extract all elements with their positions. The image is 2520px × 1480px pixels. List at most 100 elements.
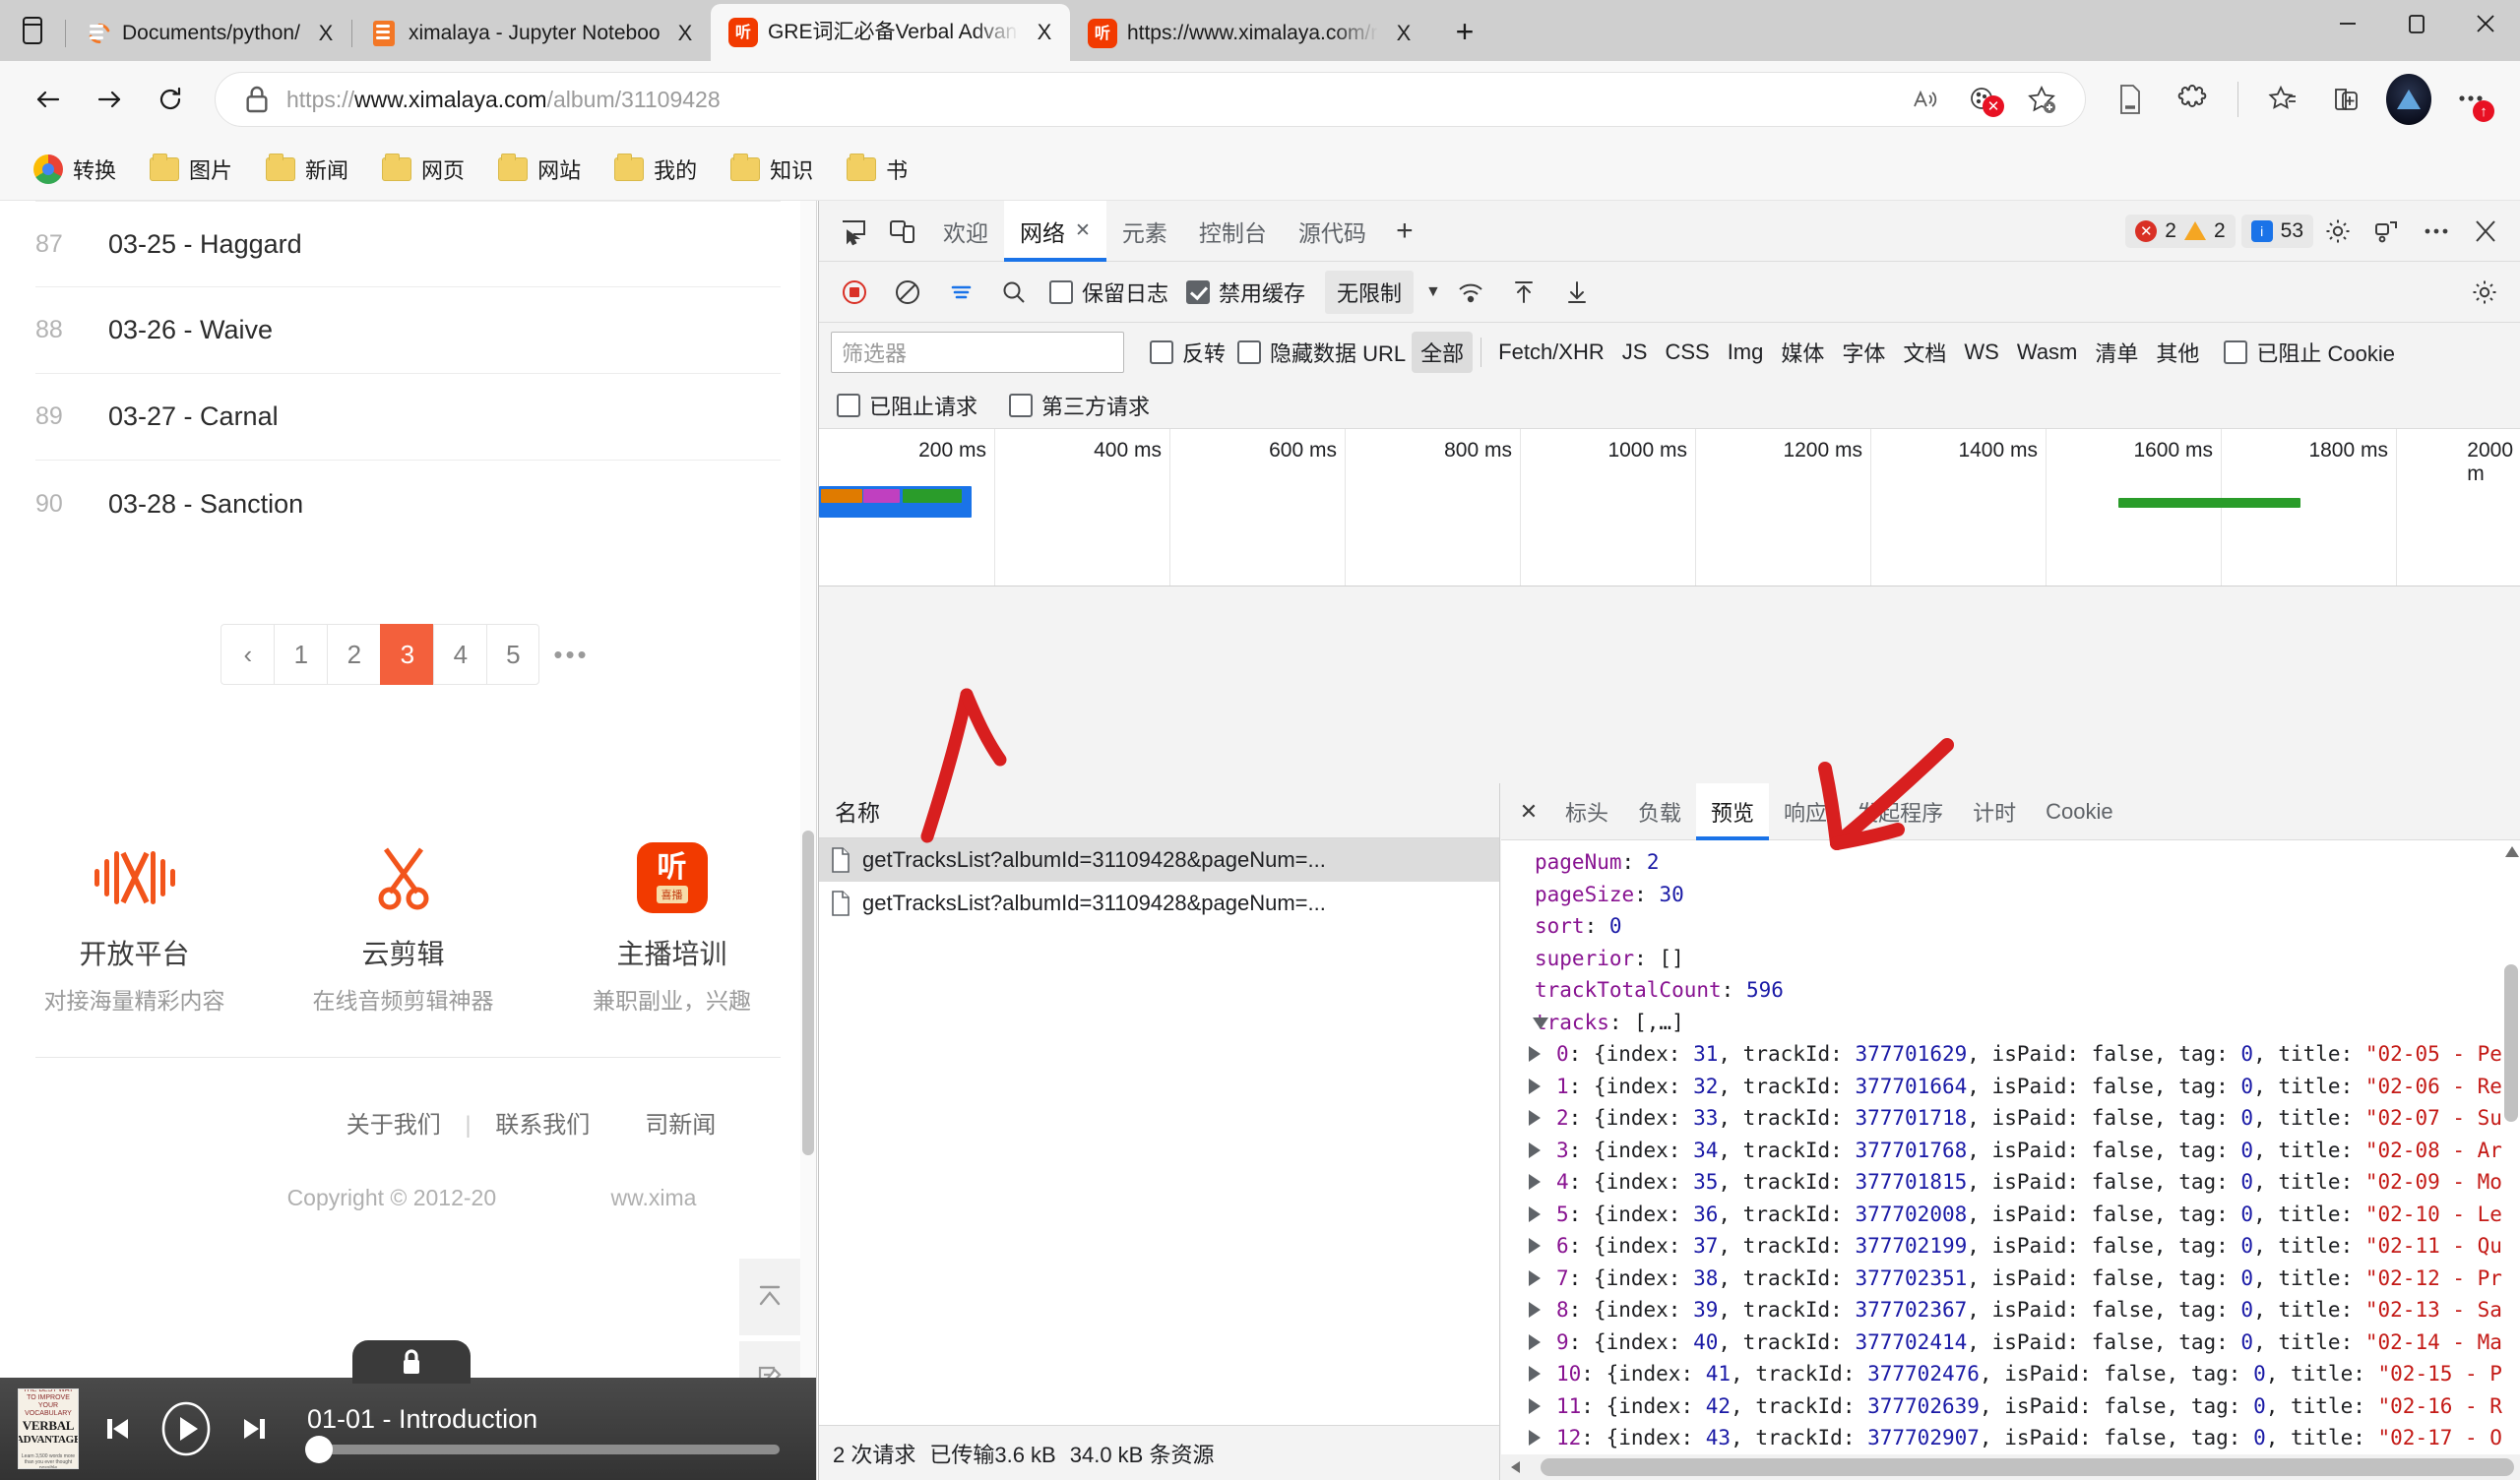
checkbox[interactable] — [1150, 340, 1173, 364]
detail-tab-preview[interactable]: 预览 — [1696, 782, 1770, 840]
pagination-more[interactable]: ••• — [539, 624, 596, 685]
tab-close-icon[interactable]: X — [1388, 18, 1419, 49]
page-scrollbar[interactable] — [800, 201, 816, 1480]
devtools-tab-console[interactable]: 控制台 — [1183, 201, 1283, 262]
filter-type-media[interactable]: 媒体 — [1772, 332, 1833, 373]
request-column-header-name[interactable]: 名称 — [819, 783, 1499, 838]
request-name[interactable]: getTracksList?albumId=31109428&pageNum=.… — [862, 891, 1326, 916]
page-scrollbar-thumb[interactable] — [802, 831, 814, 1155]
close-window-icon[interactable] — [2451, 0, 2520, 47]
chevron-down-icon[interactable]: ▼ — [1425, 283, 1441, 301]
preserve-log-checkbox[interactable]: 保留日志 — [1049, 277, 1168, 308]
json-property[interactable]: pageNum: 2 — [1501, 846, 2520, 879]
json-track-item[interactable]: 5: {index: 36, trackId: 377702008, isPai… — [1501, 1199, 2520, 1231]
back-icon[interactable] — [18, 69, 79, 130]
promo-cloud-edit[interactable]: 云剪辑 在线音频剪辑神器 — [269, 832, 537, 1016]
json-track-item[interactable]: 1: {index: 32, trackId: 377701664, isPai… — [1501, 1071, 2520, 1103]
close-devtools-icon[interactable] — [2461, 207, 2510, 256]
track-title[interactable]: 03-27 - Carnal — [108, 401, 279, 432]
pagination-page-5[interactable]: 5 — [486, 624, 540, 685]
json-track-item[interactable]: 8: {index: 39, trackId: 377702367, isPai… — [1501, 1294, 2520, 1326]
scroll-up-icon[interactable] — [2505, 846, 2519, 857]
request-name[interactable]: getTracksList?albumId=31109428&pageNum=.… — [862, 847, 1326, 873]
browser-tab-1[interactable]: ximalaya - Jupyter Notebook X — [350, 6, 711, 61]
detail-tab-cookie[interactable]: Cookie — [2031, 783, 2127, 840]
filter-input[interactable]: 筛选器 — [831, 332, 1124, 373]
play-icon[interactable] — [156, 1398, 217, 1459]
bookmark-item-7[interactable]: 书 — [833, 148, 921, 191]
preview-horizontal-scrollbar[interactable] — [1501, 1454, 2520, 1480]
track-row[interactable]: 88 03-26 - Waive — [35, 287, 781, 374]
preview-vertical-scrollbar[interactable] — [2504, 846, 2519, 1454]
json-track-item[interactable]: 6: {index: 37, trackId: 377702199, isPai… — [1501, 1230, 2520, 1263]
message-counter[interactable]: i 53 — [2240, 214, 2313, 248]
json-track-item[interactable]: 4: {index: 35, trackId: 377701815, isPai… — [1501, 1166, 2520, 1199]
filter-type-all[interactable]: 全部 — [1412, 332, 1474, 373]
filter-type-css[interactable]: CSS — [1656, 335, 1718, 370]
filter-type-ws[interactable]: WS — [1955, 335, 2007, 370]
throttling-select[interactable]: 无限制 — [1325, 270, 1415, 314]
footer-link-about[interactable]: 关于我们 — [346, 1112, 441, 1139]
cookie-blocked-icon[interactable]: ✕ — [1953, 74, 2012, 125]
devtools-tab-welcome[interactable]: 欢迎 — [927, 201, 1004, 262]
back-to-top-icon[interactable] — [739, 1259, 800, 1335]
json-track-item[interactable]: 11: {index: 42, trackId: 377702639, isPa… — [1501, 1390, 2520, 1423]
pagination-page-1[interactable]: 1 — [274, 624, 328, 685]
bookmark-item-5[interactable]: 我的 — [600, 148, 711, 191]
checkbox[interactable] — [1237, 340, 1262, 364]
search-icon[interactable] — [990, 269, 1038, 316]
more-options-icon[interactable] — [2412, 207, 2461, 256]
blocked-requests-checkbox[interactable]: 已阻止请求 — [837, 390, 977, 421]
export-har-icon[interactable] — [1553, 269, 1601, 316]
third-party-checkbox[interactable]: 第三方请求 — [1009, 390, 1150, 421]
promo-open-platform[interactable]: 开放平台 对接海量精彩内容 — [0, 832, 269, 1016]
inspect-element-icon[interactable] — [829, 207, 878, 256]
checkbox[interactable] — [837, 393, 860, 417]
forward-icon[interactable] — [79, 69, 140, 130]
minimize-icon[interactable] — [2313, 0, 2382, 47]
browser-tab-0[interactable]: Documents/python/ X — [65, 6, 351, 61]
bookmark-item-6[interactable]: 知识 — [717, 148, 827, 191]
split-screen-icon[interactable] — [2315, 69, 2376, 130]
pagination-prev[interactable]: ‹ — [220, 624, 275, 685]
request-row-0-selected[interactable]: getTracksList?albumId=31109428&pageNum=.… — [819, 838, 1499, 882]
browser-tab-3[interactable]: 听 https://www.ximalaya.com/revisio X — [1070, 6, 1429, 61]
bookmark-item-0[interactable]: 转换 — [20, 148, 130, 191]
favorites-icon[interactable] — [2252, 69, 2313, 130]
reload-icon[interactable] — [140, 69, 201, 130]
disable-cache-checkbox[interactable]: 禁用缓存 — [1186, 277, 1305, 308]
json-track-item[interactable]: 10: {index: 41, trackId: 377702476, isPa… — [1501, 1358, 2520, 1390]
track-row[interactable]: 90 03-28 - Sanction — [35, 461, 781, 547]
preview-scroll-thumb[interactable] — [2504, 964, 2518, 1122]
track-title[interactable]: 03-26 - Waive — [108, 315, 273, 345]
read-aloud-icon[interactable] — [1894, 74, 1953, 125]
devtools-tab-elements[interactable]: 元素 — [1106, 201, 1183, 262]
track-title[interactable]: 03-25 - Haggard — [108, 229, 302, 260]
seek-knob[interactable] — [305, 1435, 333, 1463]
bookmark-item-4[interactable]: 网站 — [484, 148, 595, 191]
error-warning-counter[interactable]: ✕ 2 2 — [2125, 214, 2236, 248]
collections-icon[interactable] — [2100, 69, 2161, 130]
pagination-page-3-current[interactable]: 3 — [380, 624, 434, 685]
request-row-1[interactable]: getTracksList?albumId=31109428&pageNum=.… — [819, 882, 1499, 925]
devtools-tab-sources[interactable]: 源代码 — [1283, 201, 1382, 262]
filter-type-wasm[interactable]: Wasm — [2008, 335, 2087, 370]
json-property[interactable]: pageSize: 30 — [1501, 879, 2520, 911]
preview-hscroll-thumb[interactable] — [1541, 1458, 2514, 1476]
throttling-icon[interactable] — [1447, 269, 1494, 316]
tab-close-icon[interactable]: X — [1029, 17, 1060, 48]
record-icon[interactable] — [831, 269, 878, 316]
footer-link-news[interactable]: 司新闻 — [645, 1112, 716, 1139]
clear-icon[interactable] — [884, 269, 931, 316]
json-property[interactable]: trackTotalCount: 596 — [1501, 974, 2520, 1007]
add-favorite-icon[interactable] — [2012, 74, 2071, 125]
filter-type-doc[interactable]: 文档 — [1894, 332, 1955, 373]
close-detail-icon[interactable]: ✕ — [1507, 790, 1550, 833]
hide-data-urls-checkbox[interactable]: 隐藏数据 URL — [1237, 337, 1406, 368]
more-settings-icon[interactable]: ↑ — [2441, 69, 2502, 130]
invert-checkbox[interactable]: 反转 — [1150, 337, 1226, 368]
track-row[interactable]: 89 03-27 - Carnal — [35, 374, 781, 461]
checkbox[interactable] — [1009, 393, 1034, 417]
promo-host-training[interactable]: 听 喜播 主播培训 兼职副业，兴趣 — [537, 832, 806, 1016]
network-overview-timeline[interactable]: 200 ms 400 ms 600 ms 800 ms 1000 ms 1200… — [819, 429, 2520, 586]
